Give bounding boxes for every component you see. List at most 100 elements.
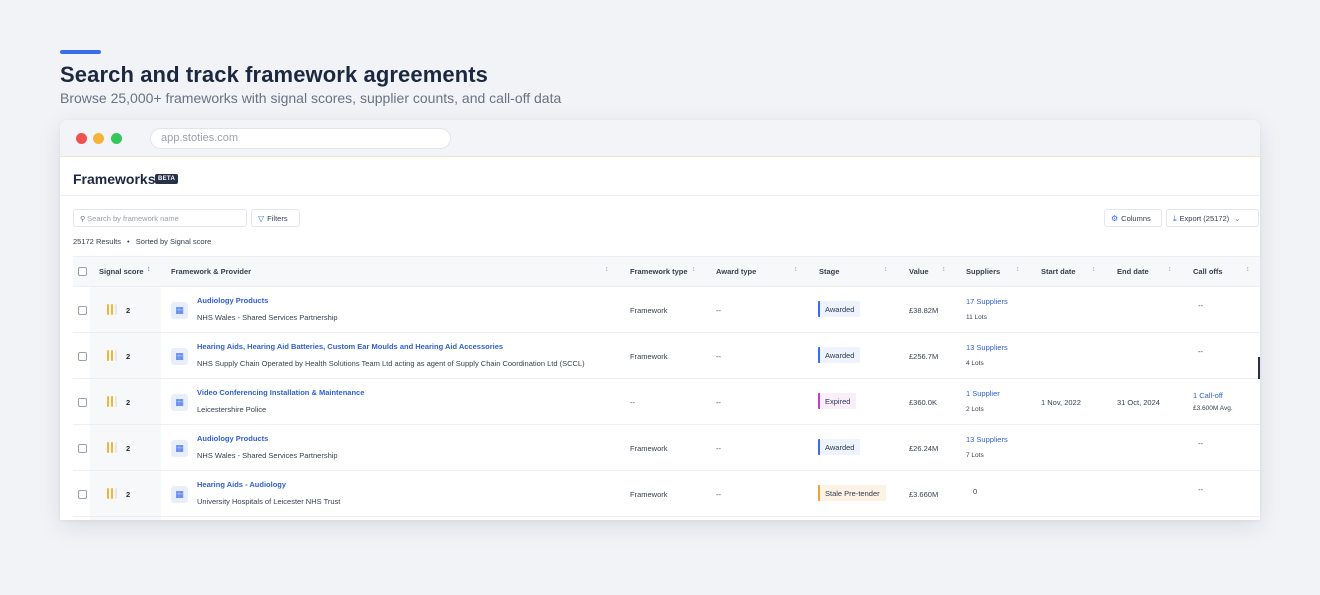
framework-type: Framework bbox=[630, 490, 668, 499]
suppliers-link[interactable]: 17 Suppliers bbox=[966, 297, 1008, 306]
sort-icon[interactable]: ↕ bbox=[605, 266, 609, 273]
signal-bars-icon bbox=[107, 350, 117, 361]
download-icon: ⤓ bbox=[1173, 214, 1177, 223]
framework-type: Framework bbox=[630, 306, 668, 315]
value: £360.0K bbox=[909, 398, 937, 407]
col-start-date[interactable]: Start date bbox=[1041, 267, 1076, 276]
framework-name-link[interactable]: Hearing Aids, Hearing Aid Batteries, Cus… bbox=[197, 342, 503, 351]
sort-icon[interactable]: ↕ bbox=[1246, 266, 1250, 273]
stage-badge: Awarded bbox=[818, 347, 861, 363]
columns-button[interactable]: ⚙ Columns bbox=[1104, 209, 1162, 227]
results-sort: Sorted by Signal score bbox=[135, 237, 212, 246]
toolbar: ⚲ Search by framework name ▽ Filters ⚙ Colu… bbox=[60, 209, 1260, 227]
end-date: 31 Oct, 2024 bbox=[1117, 398, 1160, 407]
framework-name-link[interactable]: Hearing Aids - Audiology bbox=[197, 480, 286, 489]
table-row[interactable]: 2 ▦ Audiology Products NHS Wales - Shared S… bbox=[73, 425, 1260, 471]
filter-icon: ▽ bbox=[258, 214, 265, 223]
select-all-checkbox[interactable] bbox=[78, 267, 87, 276]
app-window: app.stoties.com Frameworks BETA ⚲ Search … bbox=[60, 120, 1260, 520]
sort-icon[interactable]: ↕ bbox=[1016, 266, 1020, 273]
sort-icon[interactable]: ↕ bbox=[692, 266, 696, 273]
signal-score-value: 2 bbox=[126, 306, 131, 315]
table-row[interactable]: 2 ▦ Audiology Products NHS Wales - Shared S… bbox=[73, 287, 1260, 333]
col-framework-type[interactable]: Framework type bbox=[630, 267, 688, 276]
table-row[interactable]: 2 ▦ Video Conferencing Installation & Main… bbox=[73, 379, 1260, 425]
col-call-offs[interactable]: Call offs bbox=[1193, 267, 1223, 276]
suppliers-link[interactable]: 13 Suppliers bbox=[966, 343, 1008, 352]
sort-icon[interactable]: ↕ bbox=[794, 266, 798, 273]
award-type: -- bbox=[716, 444, 721, 453]
hero-accent-bar bbox=[60, 50, 101, 54]
col-signal-score[interactable]: Signal score bbox=[99, 267, 144, 276]
call-offs-average: £3.600M Avg. bbox=[1193, 405, 1233, 412]
signal-bars-icon bbox=[107, 442, 117, 453]
maximize-window-dot[interactable] bbox=[111, 133, 122, 144]
frameworks-table: Signal score ↕ Framework & Provider ↕ Fr… bbox=[73, 256, 1260, 520]
suppliers-link[interactable]: 1 Supplier bbox=[966, 389, 1000, 398]
framework-name-link[interactable]: Video Conferencing Installation & Mainte… bbox=[197, 388, 364, 397]
results-separator: • bbox=[127, 237, 130, 246]
signal-bars-icon bbox=[107, 304, 117, 315]
col-stage[interactable]: Stage bbox=[819, 267, 839, 276]
row-checkbox[interactable] bbox=[78, 306, 87, 315]
search-input[interactable]: ⚲ Search by framework name bbox=[73, 209, 247, 227]
chevron-down-icon: ⌄ bbox=[1234, 214, 1241, 223]
call-offs-link[interactable]: 1 Call-off bbox=[1193, 391, 1223, 400]
lots-count: 4 Lots bbox=[966, 360, 984, 367]
url-bar[interactable]: app.stoties.com bbox=[150, 128, 451, 149]
value: £256.7M bbox=[909, 352, 939, 361]
row-checkbox[interactable] bbox=[78, 398, 87, 407]
framework-provider: Leicestershire Police bbox=[197, 405, 267, 414]
beta-badge: BETA bbox=[155, 174, 179, 184]
table-header: Signal score ↕ Framework & Provider ↕ Fr… bbox=[73, 256, 1260, 287]
export-button[interactable]: ⤓ Export (25172) ⌄ bbox=[1166, 209, 1259, 227]
results-count: 25172 Results bbox=[73, 237, 121, 246]
framework-provider: University Hospitals of Leicester NHS Tr… bbox=[197, 497, 341, 506]
sort-icon[interactable]: ↕ bbox=[884, 266, 888, 273]
export-label: Export (25172) bbox=[1179, 214, 1230, 223]
grid-icon: ▦ bbox=[171, 348, 188, 365]
award-type: -- bbox=[716, 352, 721, 361]
signal-score-value: 2 bbox=[126, 352, 131, 361]
row-checkbox[interactable] bbox=[78, 490, 87, 499]
columns-label: Columns bbox=[1121, 214, 1151, 223]
filters-label: Filters bbox=[267, 214, 288, 223]
filters-button[interactable]: ▽ Filters bbox=[251, 209, 300, 227]
search-placeholder: Search by framework name bbox=[87, 214, 179, 223]
row-checkbox[interactable] bbox=[78, 444, 87, 453]
page-header: Frameworks BETA bbox=[60, 157, 1260, 196]
hero-subtitle: Browse 25,000+ frameworks with signal sc… bbox=[60, 90, 562, 106]
results-summary: 25172 Results • Sorted by Signal score bbox=[73, 237, 211, 246]
framework-provider: NHS Wales - Shared Services Partnership bbox=[197, 451, 338, 460]
framework-type: Framework bbox=[630, 444, 668, 453]
call-offs: -- bbox=[1198, 485, 1203, 494]
col-value[interactable]: Value bbox=[909, 267, 929, 276]
col-suppliers[interactable]: Suppliers bbox=[966, 267, 1000, 276]
sort-icon[interactable]: ↕ bbox=[1092, 266, 1096, 273]
sort-icon[interactable]: ↕ bbox=[1168, 266, 1172, 273]
scrollbar-thumb[interactable] bbox=[1258, 357, 1260, 379]
sort-icon[interactable]: ↕ bbox=[147, 266, 151, 273]
col-end-date[interactable]: End date bbox=[1117, 267, 1149, 276]
framework-name-link[interactable]: Audiology Products bbox=[197, 296, 268, 305]
sort-icon[interactable]: ↕ bbox=[942, 266, 946, 273]
value: £38.82M bbox=[909, 306, 939, 315]
col-framework[interactable]: Framework & Provider bbox=[171, 267, 251, 276]
call-offs: -- bbox=[1198, 439, 1203, 448]
gear-icon: ⚙ bbox=[1111, 214, 1119, 223]
table-row[interactable]: 2 ▦ Hearing Aids - Audiology University Hos… bbox=[73, 471, 1260, 517]
stage-badge: Expired bbox=[818, 393, 857, 409]
search-icon: ⚲ bbox=[80, 216, 86, 223]
grid-icon: ▦ bbox=[171, 440, 188, 457]
framework-name-link[interactable]: Audiology Products bbox=[197, 434, 268, 443]
col-award-type[interactable]: Award type bbox=[716, 267, 756, 276]
lots-count: 7 Lots bbox=[966, 452, 984, 459]
table-row[interactable]: 2 ▦ Hearing Aids, Hearing Aid Batteries, C… bbox=[73, 333, 1260, 379]
award-type: -- bbox=[716, 306, 721, 315]
minimize-window-dot[interactable] bbox=[93, 133, 104, 144]
close-window-dot[interactable] bbox=[76, 133, 87, 144]
browser-chrome: app.stoties.com bbox=[60, 120, 1260, 157]
value: £26.24M bbox=[909, 444, 939, 453]
suppliers-link[interactable]: 13 Suppliers bbox=[966, 435, 1008, 444]
row-checkbox[interactable] bbox=[78, 352, 87, 361]
